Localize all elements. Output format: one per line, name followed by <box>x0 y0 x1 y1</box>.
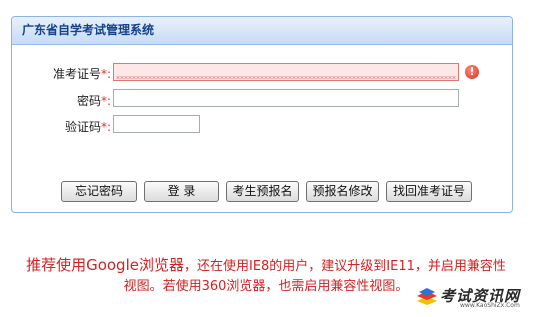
login-panel: 广东省自学考试管理系统 准考证号*: ! 密码*: 验证码*: 忘记密码 登 录… <box>11 16 513 213</box>
password-label: 密码*: <box>76 94 111 108</box>
exam-id-label: 准考证号*: <box>52 67 111 81</box>
captcha-input[interactable] <box>113 115 200 133</box>
password-label-cell: 密码*: <box>12 90 111 110</box>
validation-squiggle <box>116 76 456 79</box>
forgot-password-button[interactable]: 忘记密码 <box>61 181 137 202</box>
retrieve-exam-id-button[interactable]: 找回准考证号 <box>386 181 472 202</box>
notice-lead: 推荐使用Google浏览器 <box>26 256 184 274</box>
login-button[interactable]: 登 录 <box>144 181 219 202</box>
panel-title: 广东省自学考试管理系统 <box>12 17 512 45</box>
modify-pre-register-button[interactable]: 预报名修改 <box>306 181 379 202</box>
watermark: 考试资讯网 www.KaoShiZx.Com <box>416 285 528 311</box>
exam-id-input[interactable] <box>113 63 459 81</box>
captcha-label: 验证码*: <box>64 120 111 134</box>
captcha-label-cell: 验证码*: <box>12 116 111 136</box>
pre-register-button[interactable]: 考生预报名 <box>226 181 299 202</box>
error-icon: ! <box>465 65 479 79</box>
watermark-url: www.KaoShiZx.Com <box>460 302 520 309</box>
exam-id-label-cell: 准考证号*: <box>12 63 111 83</box>
watermark-logo-icon <box>417 288 437 305</box>
password-input[interactable] <box>113 89 459 107</box>
